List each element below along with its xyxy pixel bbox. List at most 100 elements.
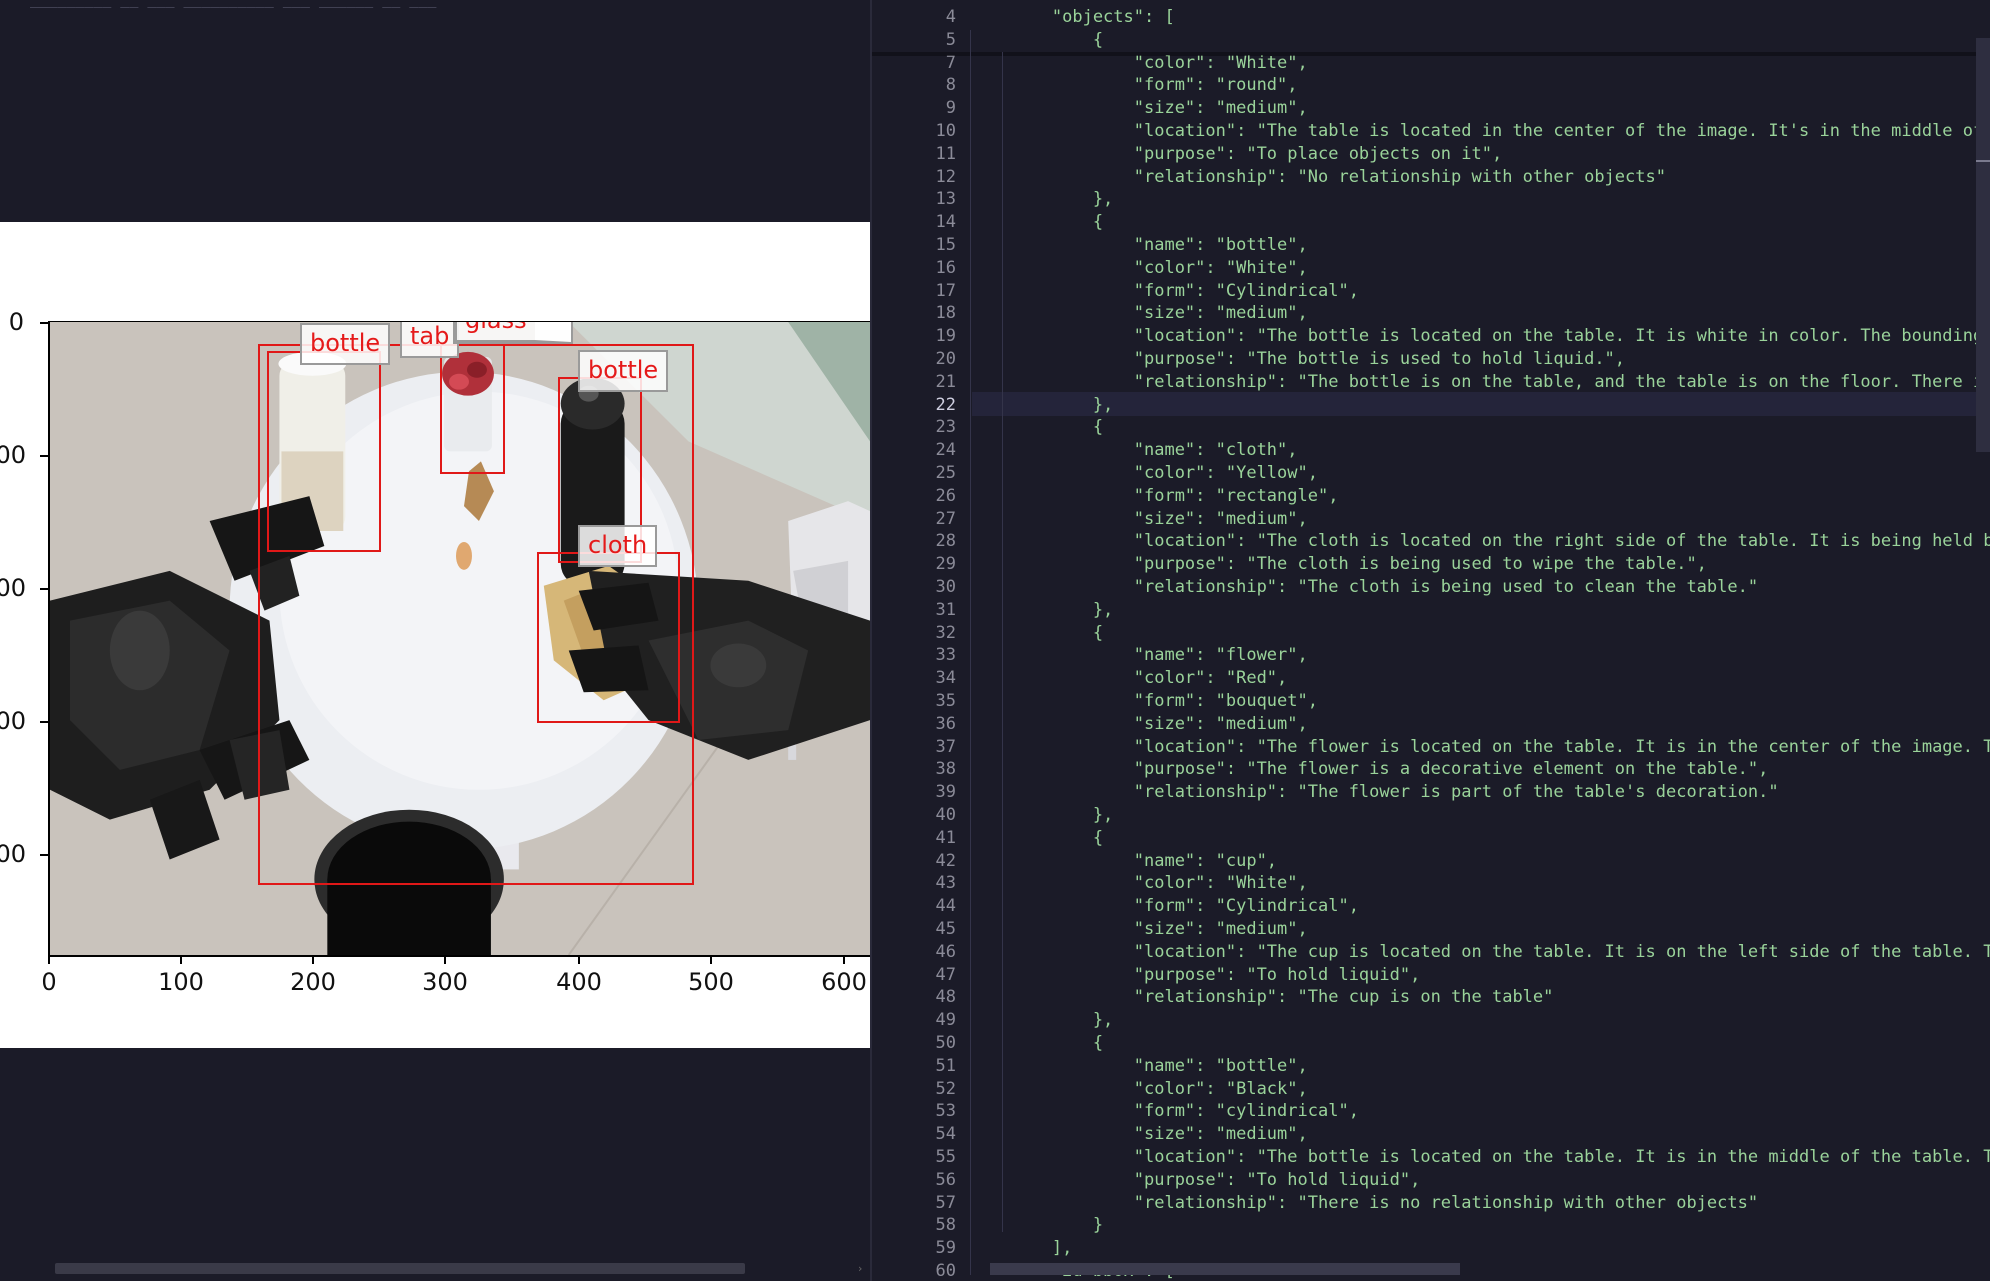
- code-line[interactable]: "name": "cup",: [970, 850, 1277, 873]
- y-tick-label: 00: [0, 441, 26, 469]
- x-tick-mark: [843, 956, 845, 964]
- x-tick-mark: [444, 956, 446, 964]
- line-number: 18: [935, 303, 956, 324]
- indent-guide: [1002, 52, 1003, 1232]
- code-line[interactable]: "relationship": "There is no relationshi…: [970, 1192, 1758, 1215]
- code-line[interactable]: {: [970, 827, 1103, 850]
- x-tick-mark: [48, 956, 50, 964]
- code-line[interactable]: {: [970, 211, 1103, 234]
- code-line[interactable]: "form": "bouquet",: [970, 690, 1318, 713]
- code-line[interactable]: "name": "bottle",: [970, 1055, 1308, 1078]
- code-line[interactable]: },: [970, 804, 1113, 827]
- scroll-right-icon[interactable]: ›: [858, 1262, 862, 1275]
- line-number: 28: [935, 531, 956, 552]
- code-line[interactable]: "form": "cylindrical",: [970, 1100, 1359, 1123]
- code-line[interactable]: "size": "medium",: [970, 302, 1308, 325]
- code-line[interactable]: "form": "Cylindrical",: [970, 895, 1359, 918]
- code-line[interactable]: "form": "rectangle",: [970, 485, 1339, 508]
- line-number: 27: [935, 508, 956, 529]
- scrollbar-marker: [1976, 160, 1990, 162]
- code-line[interactable]: "size": "medium",: [970, 97, 1308, 120]
- line-number: 26: [935, 485, 956, 506]
- code-line[interactable]: "location": "The cup is located on the t…: [970, 941, 1990, 964]
- code-line[interactable]: "size": "medium",: [970, 713, 1308, 736]
- code-line[interactable]: },: [970, 188, 1113, 211]
- code-line[interactable]: "color": "Yellow",: [970, 462, 1318, 485]
- code-line[interactable]: {: [970, 416, 1103, 439]
- line-number: 51: [935, 1055, 956, 1076]
- output-pane: _________ __ ___ __________ ___ ______ _…: [0, 0, 870, 1281]
- y-tick-mark: [40, 854, 48, 856]
- code-line[interactable]: "size": "medium",: [970, 1123, 1308, 1146]
- code-line[interactable]: "purpose": "The bottle is used to hold l…: [970, 348, 1625, 371]
- code-line[interactable]: "purpose": "The flower is a decorative e…: [970, 758, 1769, 781]
- code-line[interactable]: "purpose": "The cloth is being used to w…: [970, 553, 1707, 576]
- x-tick-label: 300: [422, 968, 468, 996]
- code-line[interactable]: },: [970, 599, 1113, 622]
- code-line[interactable]: },: [970, 1009, 1113, 1032]
- code-line[interactable]: "form": "round",: [970, 74, 1298, 97]
- code-line[interactable]: "relationship": "No relationship with ot…: [970, 166, 1666, 189]
- code-editor[interactable]: 4 5 7 8 9 10 11 12 13 14 15 16 17 18 19 20 21 22 23 24 25 26 2…: [872, 0, 1990, 1281]
- line-number: 4: [945, 7, 956, 27]
- x-tick-label: 200: [290, 968, 336, 996]
- code-line[interactable]: "location": "The bottle is located on th…: [970, 1146, 1990, 1169]
- vertical-scrollbar-thumb[interactable]: [1976, 38, 1990, 452]
- code-content[interactable]: "objects": [ { "color": "White", "form":…: [970, 0, 1990, 1281]
- bbox-label-cloth: cloth: [578, 525, 658, 567]
- code-line[interactable]: "location": "The bottle is located on th…: [970, 325, 1990, 348]
- x-tick-mark: [578, 956, 580, 964]
- code-line[interactable]: "location": "The flower is located on th…: [970, 736, 1990, 759]
- code-line[interactable]: "purpose": "To place objects on it",: [970, 143, 1502, 166]
- y-tick-label: 0: [8, 308, 24, 336]
- line-number: 57: [935, 1192, 956, 1213]
- line-number: 11: [935, 143, 956, 164]
- output-header-text: _________ __ ___ __________ ___ ______ _…: [30, 0, 436, 8]
- line-number: 50: [935, 1033, 956, 1053]
- code-line[interactable]: "relationship": "The cup is on the table…: [970, 986, 1554, 1009]
- code-line[interactable]: "relationship": "The bottle is on the ta…: [970, 371, 1990, 394]
- code-line[interactable]: "name": "flower",: [970, 644, 1308, 667]
- code-line[interactable]: "color": "Black",: [970, 1078, 1308, 1101]
- code-line[interactable]: "color": "White",: [970, 872, 1308, 895]
- code-line[interactable]: "purpose": "To hold liquid",: [970, 1169, 1421, 1192]
- line-number: 15: [935, 235, 956, 255]
- line-number: 16: [935, 257, 956, 278]
- line-number: 21: [935, 371, 956, 392]
- code-line[interactable]: "color": "Red",: [970, 667, 1288, 690]
- line-number: 56: [935, 1169, 956, 1190]
- y-tick-mark: [40, 455, 48, 457]
- code-line[interactable]: ],: [970, 1237, 1072, 1260]
- horizontal-scrollbar-thumb[interactable]: [990, 1263, 1460, 1275]
- code-line[interactable]: "relationship": "The cloth is being used…: [970, 576, 1758, 599]
- line-number: 5: [945, 29, 956, 50]
- line-number: 24: [935, 440, 956, 461]
- code-line[interactable]: "objects": [: [970, 6, 1175, 29]
- code-line[interactable]: "location": "The table is located in the…: [970, 120, 1990, 143]
- code-line[interactable]: "name": "cloth",: [970, 439, 1298, 462]
- x-tick-label: 0: [41, 968, 57, 996]
- line-number: 40: [935, 805, 956, 825]
- bbox-bottle-white: [267, 351, 381, 552]
- code-line[interactable]: "size": "medium",: [970, 508, 1308, 531]
- matplotlib-figure: 0 00 00 00 00 bottle tab bottle cloth 0 …: [0, 222, 870, 1048]
- code-line[interactable]: "color": "White",: [970, 257, 1308, 280]
- code-line[interactable]: "relationship": "The flower is part of t…: [970, 781, 1779, 804]
- line-number: 12: [935, 166, 956, 187]
- code-line[interactable]: }: [970, 1214, 1103, 1237]
- y-tick-label: 00: [0, 840, 26, 868]
- code-line[interactable]: {: [970, 1032, 1103, 1055]
- line-number: 31: [935, 599, 956, 620]
- code-line[interactable]: "form": "Cylindrical",: [970, 280, 1359, 303]
- horizontal-scrollbar[interactable]: [55, 1263, 745, 1274]
- code-line[interactable]: "size": "medium",: [970, 918, 1308, 941]
- line-number: 33: [935, 645, 956, 666]
- code-line[interactable]: "location": "The cloth is located on the…: [970, 530, 1990, 553]
- code-line[interactable]: "name": "bottle",: [970, 234, 1308, 257]
- line-number: 35: [935, 691, 956, 711]
- code-line[interactable]: },: [970, 394, 1113, 417]
- code-line[interactable]: {: [970, 29, 1103, 52]
- bbox-glass: [440, 344, 505, 474]
- code-line[interactable]: {: [970, 622, 1103, 645]
- code-line[interactable]: "purpose": "To hold liquid",: [970, 964, 1421, 987]
